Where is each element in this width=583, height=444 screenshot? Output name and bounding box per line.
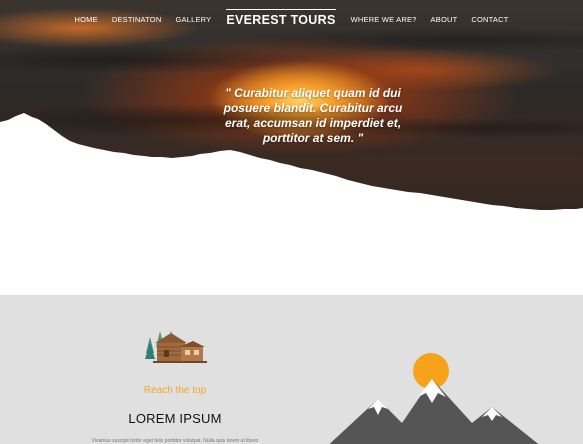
- feature-subtitle: Reach the top: [143, 385, 207, 396]
- torn-paper-edge: [0, 113, 583, 300]
- feature-text: Vivamus suscipit tortor eget felis portt…: [91, 438, 259, 444]
- mountain-sun-icon: [329, 353, 539, 444]
- feature-title: LOREM IPSUM: [128, 411, 222, 426]
- cabin-icon: [145, 331, 207, 363]
- feature-section: Reach the top LOREM IPSUM Vivamus suscip…: [0, 295, 583, 444]
